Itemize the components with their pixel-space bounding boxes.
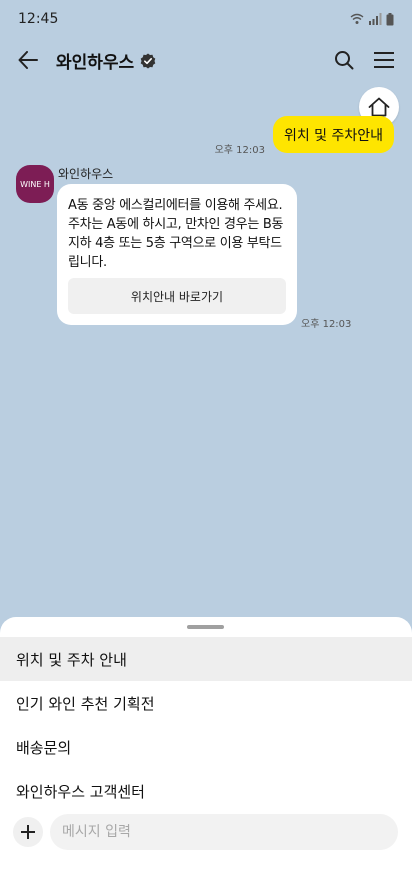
quick-menu-item-parking[interactable]: 위치 및 주차 안내 [0, 637, 412, 681]
wifi-icon [350, 13, 364, 24]
verified-badge-icon [140, 53, 156, 68]
bot-name: 와인하우스 [58, 167, 114, 181]
back-button[interactable] [14, 46, 42, 74]
message-input[interactable] [50, 814, 398, 850]
search-button[interactable] [330, 46, 358, 74]
status-icons [350, 12, 394, 26]
plus-icon [21, 825, 35, 839]
signal-icon [369, 13, 382, 25]
page-title: 와인하우스 [56, 53, 135, 73]
search-icon [335, 51, 354, 70]
arrow-left-icon [18, 51, 38, 69]
chat-title[interactable]: 와인하우스 [56, 48, 156, 73]
quick-menu-item-customer-center[interactable]: 와인하우스 고객센터 [0, 769, 412, 813]
user-message-time: 오후 12:03 [214, 145, 265, 156]
quick-menu-sheet: 위치 및 주차 안내 인기 와인 추천 기획전 배송문의 와인하우스 고객센터 [0, 617, 412, 869]
bot-message-card: A동 중앙 에스컬리에터를 이용해 주세요. 주차는 A동에 하시고, 만차인 … [57, 184, 297, 325]
bot-avatar[interactable]: WINE H [16, 165, 54, 203]
status-bar: 12:45 [0, 0, 412, 38]
message-input-bar [0, 812, 412, 869]
hamburger-menu-icon [374, 52, 394, 68]
quick-menu-item-wine-recommend[interactable]: 인기 와인 추천 기획전 [0, 681, 412, 725]
battery-icon [386, 12, 394, 25]
home-icon [368, 97, 390, 117]
chat-header: 와인하우스 [0, 38, 412, 82]
menu-button[interactable] [370, 46, 398, 74]
status-time: 12:45 [18, 11, 59, 27]
attach-button[interactable] [13, 817, 43, 847]
sheet-grabber[interactable] [187, 625, 224, 629]
quick-menu-item-delivery[interactable]: 배송문의 [0, 725, 412, 769]
user-message-bubble[interactable]: 위치 및 주차안내 [272, 116, 394, 153]
bot-message-time: 오후 12:03 [301, 319, 352, 330]
location-link-button[interactable]: 위치안내 바로가기 [68, 278, 286, 314]
bot-message-text: A동 중앙 에스컬리에터를 이용해 주세요. 주차는 A동에 하시고, 만차인 … [68, 198, 284, 270]
